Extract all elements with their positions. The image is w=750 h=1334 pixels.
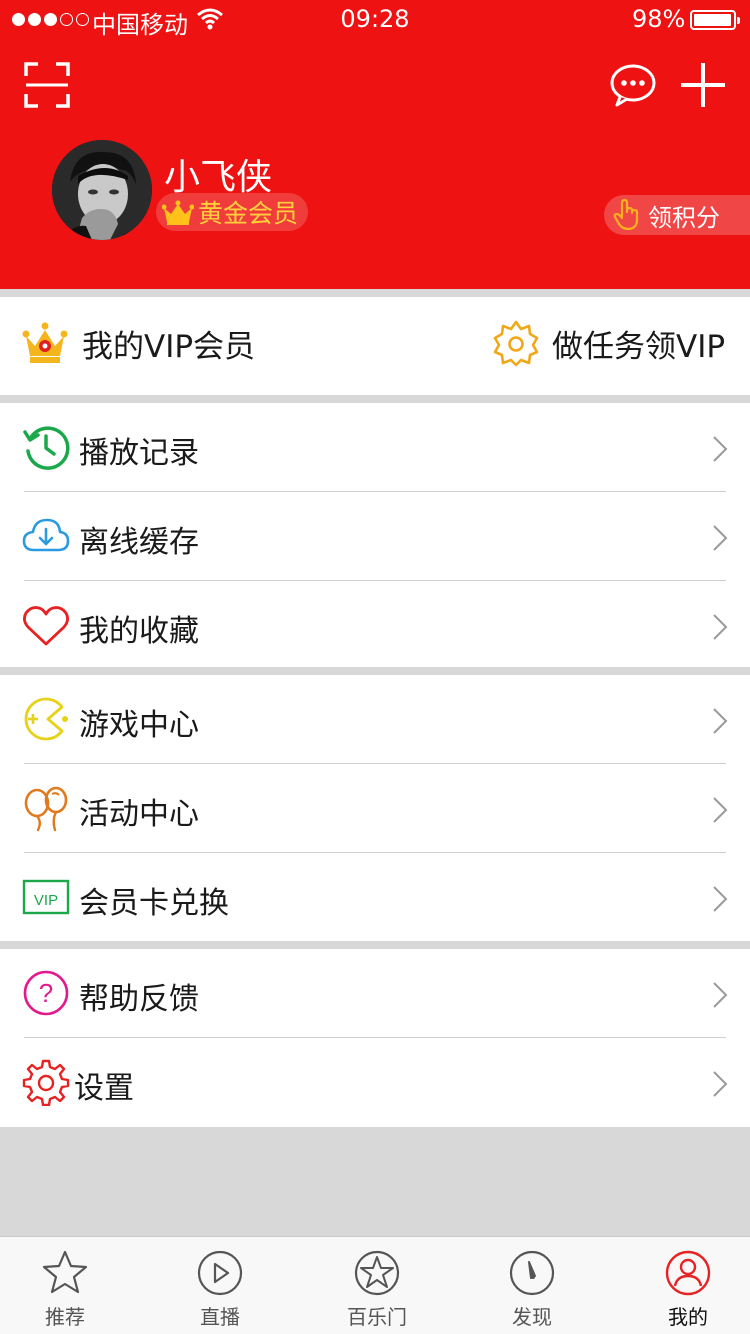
menu-item-card-redeem[interactable]: VIP 会员卡兑换 [0,853,750,942]
tab-discover[interactable]: 发现 [482,1249,582,1330]
member-level-badge[interactable]: 黄金会员 [156,193,309,231]
game-pacman-icon [24,697,68,741]
scan-icon[interactable] [22,60,72,110]
claim-points-button[interactable]: 领积分 [604,195,750,235]
vip-crown-icon [22,322,68,363]
task-badge-icon [493,320,539,367]
games-label: 游戏中心 [79,708,199,743]
tab-discover-label: 发现 [512,1305,552,1329]
chevron-right-icon [713,982,728,1008]
svg-text:?: ? [39,978,53,1008]
tab-baile[interactable]: 百乐门 [327,1249,427,1330]
profile-header: 中国移动 09:28 98% 小飞侠 黄金会员 领积分 [0,0,750,289]
help-label: 帮助反馈 [79,982,199,1017]
compass-icon [509,1250,555,1296]
tab-mine[interactable]: 我的 [638,1249,738,1330]
events-label: 活动中心 [79,797,199,832]
chevron-right-icon [713,708,728,734]
task-vip-label: 做任务领VIP [552,328,726,365]
my-vip-label: 我的VIP会员 [82,329,256,365]
menu-item-games[interactable]: 游戏中心 [0,675,750,764]
offline-label: 离线缓存 [79,525,199,560]
favorites-label: 我的收藏 [79,614,199,649]
gear-icon [22,1059,70,1106]
menu-item-offline[interactable]: 离线缓存 [0,492,750,581]
claim-points-label: 领积分 [648,203,720,232]
user-icon [665,1250,711,1296]
menu-item-favorites[interactable]: 我的收藏 [0,581,750,670]
chevron-right-icon [713,525,728,551]
tab-recommend[interactable]: 推荐 [15,1249,115,1330]
play-circle-icon [197,1250,243,1296]
chevron-right-icon [713,886,728,912]
task-vip-button[interactable]: 做任务领VIP [492,319,725,367]
balloons-icon [24,786,68,832]
tab-baile-label: 百乐门 [347,1305,407,1329]
heart-icon [23,606,69,646]
status-bar: 中国移动 09:28 98% [0,0,750,40]
menu-item-settings[interactable]: 设置 [0,1038,750,1127]
svg-text:VIP: VIP [34,892,58,909]
card-redeem-label: 会员卡兑换 [79,886,229,921]
tap-hand-icon [613,198,639,231]
chevron-right-icon [713,1071,728,1097]
avatar-photo [52,140,152,240]
star-circle-icon [354,1250,400,1296]
activity-section: 游戏中心 活动中心 VIP 会员卡兑换 [0,675,750,941]
cloud-download-icon [22,518,70,552]
my-vip-button[interactable]: 我的VIP会员 [22,321,255,366]
settings-label: 设置 [74,1071,134,1106]
support-section: ? 帮助反馈 设置 [0,949,750,1127]
menu-item-help[interactable]: ? 帮助反馈 [0,949,750,1038]
chevron-right-icon [713,797,728,823]
history-clock-icon [23,426,70,470]
vip-section: 我的VIP会员 做任务领VIP [0,297,750,395]
message-icon[interactable] [608,62,658,108]
help-question-icon: ? [23,970,69,1016]
battery-percent: 98% [632,5,686,33]
avatar[interactable] [52,140,152,240]
media-section: 播放记录 离线缓存 我的收藏 [0,403,750,667]
crown-icon [162,200,194,225]
chevron-right-icon [713,614,728,640]
chevron-right-icon [713,436,728,462]
battery-icon [690,10,740,30]
vip-card-icon: VIP [22,879,70,915]
tab-mine-label: 我的 [668,1305,708,1329]
star-icon [42,1250,88,1294]
menu-item-history[interactable]: 播放记录 [0,403,750,492]
history-label: 播放记录 [79,436,199,471]
tab-live-label: 直播 [200,1305,240,1329]
menu-item-events[interactable]: 活动中心 [0,764,750,853]
member-level-label: 黄金会员 [198,199,299,228]
add-icon[interactable] [678,60,728,110]
tab-live[interactable]: 直播 [170,1249,270,1330]
tab-recommend-label: 推荐 [45,1305,85,1329]
bottom-tab-bar: 推荐 直播 百乐门 发现 我的 [0,1236,750,1334]
